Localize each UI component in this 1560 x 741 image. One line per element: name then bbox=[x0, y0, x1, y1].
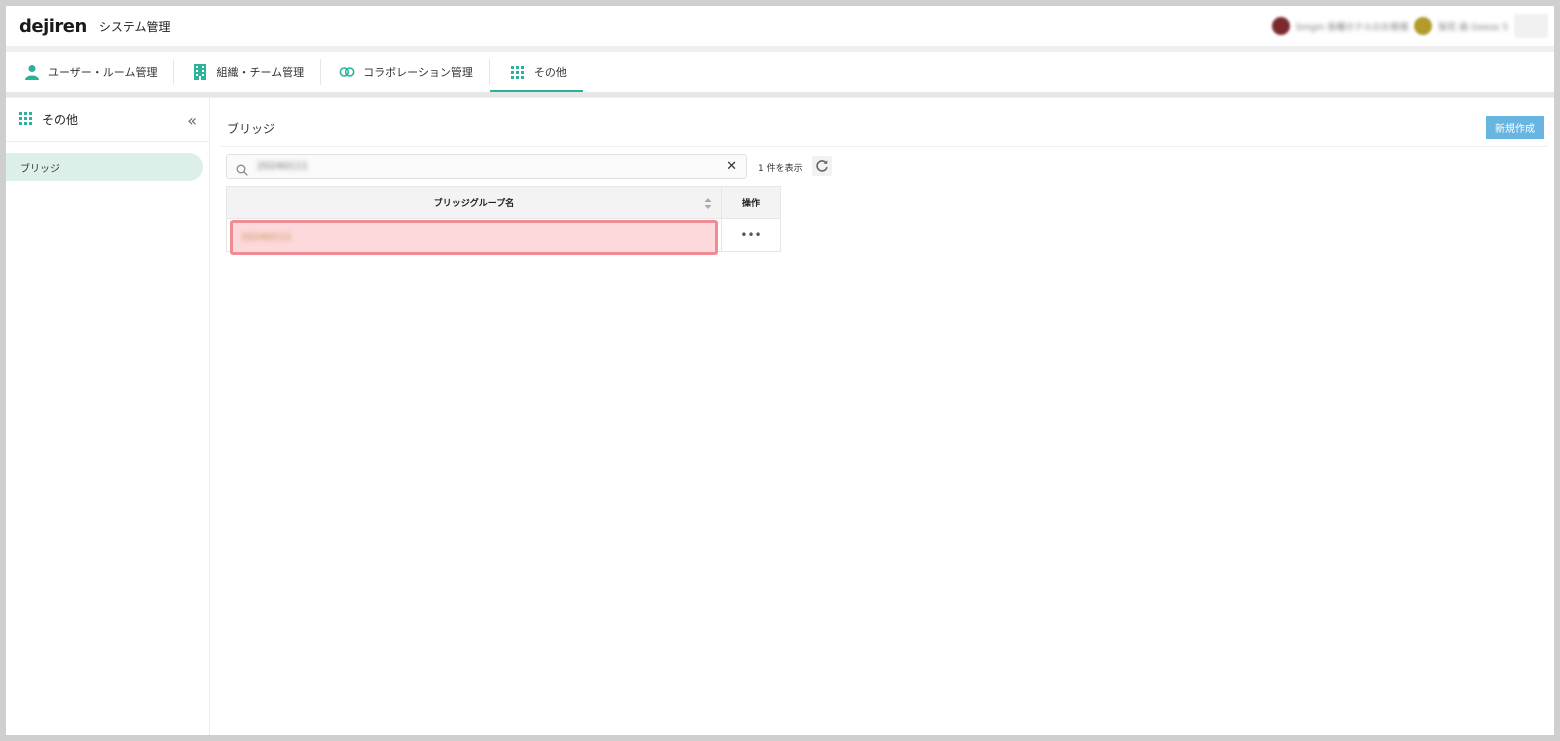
app-title: システム管理 bbox=[98, 19, 171, 34]
column-header-label: 操作 bbox=[741, 199, 760, 209]
clear-icon[interactable]: ✕ bbox=[726, 159, 737, 174]
link-icon bbox=[339, 64, 355, 80]
building-icon bbox=[192, 64, 208, 80]
column-header-bridge-group-name[interactable]: ブリッジグループ名 bbox=[226, 186, 722, 219]
refresh-icon bbox=[816, 160, 828, 172]
user-name[interactable]: 梨花 森 Geese 5 bbox=[1438, 20, 1508, 33]
result-count: 1 件を表示 bbox=[758, 164, 803, 174]
tab-user-room[interactable]: ユーザー・ルーム管理 bbox=[6, 52, 173, 92]
bridge-group-name[interactable]: 20240111 bbox=[241, 232, 292, 243]
grid-icon bbox=[19, 111, 32, 128]
tab-label: ユーザー・ルーム管理 bbox=[48, 66, 158, 79]
create-new-button[interactable]: 新規作成 bbox=[1486, 116, 1544, 139]
grid-icon bbox=[510, 64, 526, 80]
user-menu[interactable] bbox=[1514, 14, 1548, 38]
sidebar: その他 « ブリッジ bbox=[6, 98, 210, 735]
column-header-actions: 操作 bbox=[722, 186, 781, 219]
tab-label: コラボレーション管理 bbox=[363, 66, 473, 79]
column-header-label: ブリッジグループ名 bbox=[433, 199, 515, 209]
sidebar-header: その他 bbox=[6, 98, 209, 142]
sort-icon[interactable] bbox=[704, 197, 712, 210]
tab-other[interactable]: その他 bbox=[489, 52, 583, 92]
main-tabs: ユーザー・ルーム管理 組織・チーム管理 コラボレーション管理 その他 bbox=[6, 52, 1554, 97]
tab-label: 組織・チーム管理 bbox=[216, 66, 305, 79]
content-area: その他 « ブリッジ ブリッジ 新規作成 20240111 ✕ 1 件を表示 ブ… bbox=[6, 98, 1554, 735]
sidebar-title: その他 bbox=[42, 113, 79, 127]
search-value[interactable]: 20240111 bbox=[257, 161, 308, 172]
app-window: dejiren システム管理 Smgm 各種ホテルのお客様 梨花 森 Geese… bbox=[6, 6, 1554, 735]
tab-collaboration[interactable]: コラボレーション管理 bbox=[321, 52, 489, 92]
search-input[interactable]: 20240111 ✕ bbox=[226, 154, 747, 179]
collapse-icon[interactable]: « bbox=[187, 111, 197, 130]
bridge-table: ブリッジグループ名 操作 20240111 ••• bbox=[226, 186, 781, 255]
sidebar-item-label: ブリッジ bbox=[20, 163, 60, 175]
logo: dejiren bbox=[19, 15, 87, 37]
user-name[interactable]: Smgm 各種ホテルのお客様 bbox=[1296, 20, 1409, 33]
highlighted-cell[interactable]: 20240111 bbox=[230, 220, 718, 255]
avatar[interactable] bbox=[1414, 17, 1433, 35]
avatar[interactable] bbox=[1271, 17, 1290, 35]
search-icon bbox=[236, 161, 248, 176]
tab-label: その他 bbox=[533, 66, 567, 79]
table-row[interactable]: 20240111 bbox=[226, 219, 722, 255]
app-header: dejiren システム管理 Smgm 各種ホテルのお客様 梨花 森 Geese… bbox=[6, 6, 1554, 46]
main-panel: ブリッジ 新規作成 20240111 ✕ 1 件を表示 ブリッジグループ名 操作… bbox=[211, 98, 1554, 735]
tab-org-team[interactable]: 組織・チーム管理 bbox=[174, 52, 320, 92]
user-area[interactable]: Smgm 各種ホテルのお客様 梨花 森 Geese 5 bbox=[1271, 14, 1548, 38]
sidebar-item-bridge[interactable]: ブリッジ bbox=[6, 153, 203, 181]
user-icon bbox=[24, 64, 40, 80]
divider bbox=[221, 146, 1548, 147]
page-title: ブリッジ bbox=[227, 122, 276, 136]
more-actions-icon[interactable]: ••• bbox=[722, 219, 781, 252]
refresh-button[interactable] bbox=[812, 156, 832, 176]
